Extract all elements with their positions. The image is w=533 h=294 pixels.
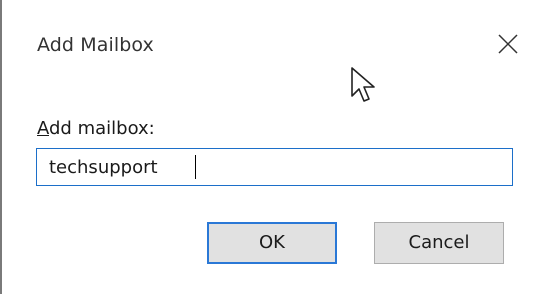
dialog-title: Add Mailbox (37, 34, 154, 56)
ok-button[interactable]: OK (207, 222, 337, 264)
mouse-pointer-icon (351, 67, 375, 102)
title-bar: Add Mailbox (2, 0, 533, 80)
add-mailbox-label: Add mailbox: (37, 118, 155, 139)
close-icon (498, 34, 518, 54)
cancel-button[interactable]: Cancel (374, 222, 504, 264)
text-caret (195, 155, 196, 179)
mailbox-input[interactable] (36, 148, 513, 186)
label-accelerator: A (37, 118, 49, 139)
label-text: dd mailbox: (49, 118, 155, 139)
close-button[interactable] (486, 22, 530, 66)
add-mailbox-dialog: Add Mailbox Add mailbox: OK Cancel (0, 0, 533, 294)
